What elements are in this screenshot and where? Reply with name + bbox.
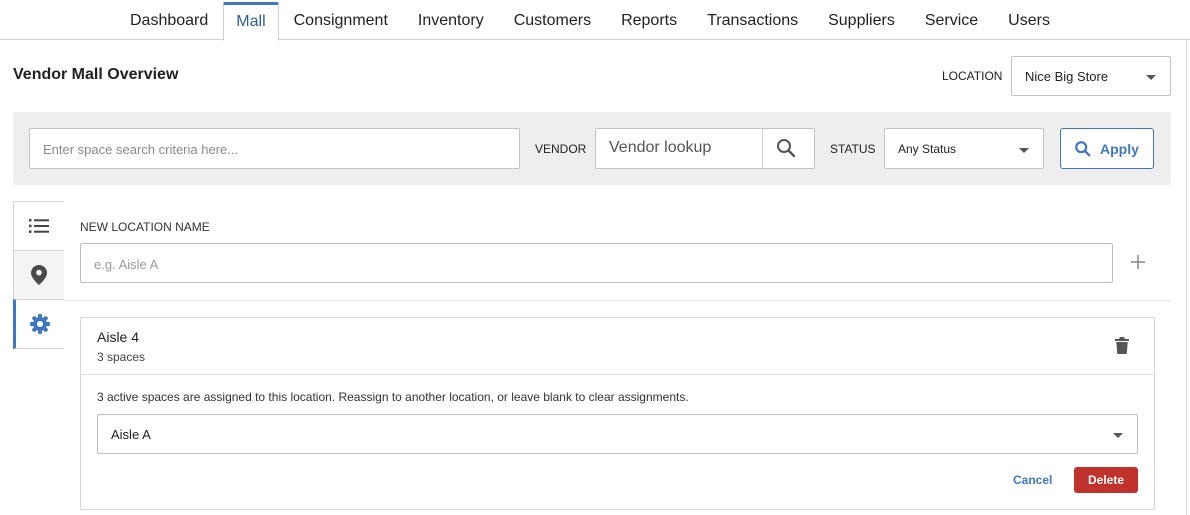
- location-select[interactable]: Nice Big Store: [1011, 56, 1171, 96]
- plus-icon: [1131, 255, 1145, 269]
- new-location-label: NEW LOCATION NAME: [80, 220, 210, 234]
- vendor-divider: [762, 129, 763, 168]
- gear-icon: [30, 314, 50, 334]
- filter-bar: Enter space search criteria here... VEND…: [13, 112, 1171, 185]
- top-nav: Dashboard Mall Consignment Inventory Cus…: [0, 0, 1190, 41]
- reassign-location-select[interactable]: Aisle A: [97, 414, 1138, 454]
- caret-down-icon: [1019, 148, 1029, 153]
- apply-button[interactable]: Apply: [1060, 128, 1154, 169]
- caret-down-icon: [1146, 75, 1156, 80]
- side-tab-settings[interactable]: [13, 299, 64, 349]
- space-search-input[interactable]: Enter space search criteria here...: [29, 128, 520, 169]
- tab-dashboard[interactable]: Dashboard: [115, 2, 223, 40]
- nav-tabs: Dashboard Mall Consignment Inventory Cus…: [115, 2, 1065, 41]
- tab-mall[interactable]: Mall: [223, 2, 279, 41]
- trash-icon: [1115, 337, 1129, 354]
- map-pin-icon: [31, 265, 47, 285]
- tab-users[interactable]: Users: [993, 2, 1065, 40]
- tab-transactions[interactable]: Transactions: [692, 2, 813, 40]
- search-icon[interactable]: [776, 138, 796, 163]
- location-space-count: 3 spaces: [97, 350, 146, 364]
- page-title: Vendor Mall Overview: [13, 66, 179, 83]
- add-location-button[interactable]: [1130, 254, 1146, 275]
- vendor-label: VENDOR: [535, 142, 587, 156]
- search-icon: [1074, 140, 1092, 163]
- location-label: LOCATION: [942, 69, 1003, 83]
- reassign-location-value: Aisle A: [111, 427, 151, 442]
- new-location-placeholder: e.g. Aisle A: [94, 257, 159, 272]
- status-select-value: Any Status: [898, 142, 957, 156]
- location-name: Aisle 4: [97, 329, 140, 345]
- scrollbar-edge: [1186, 40, 1187, 515]
- cancel-button[interactable]: Cancel: [1013, 473, 1052, 487]
- caret-down-icon: [1113, 433, 1123, 438]
- location-select-value: Nice Big Store: [1025, 69, 1109, 84]
- vendor-lookup-input[interactable]: Vendor lookup: [595, 128, 815, 169]
- new-location-input[interactable]: e.g. Aisle A: [80, 243, 1113, 283]
- apply-button-label: Apply: [1100, 141, 1139, 157]
- delete-button[interactable]: Delete: [1074, 467, 1138, 493]
- tab-consignment[interactable]: Consignment: [279, 2, 403, 40]
- tab-suppliers[interactable]: Suppliers: [813, 2, 910, 40]
- side-tabs: [13, 201, 64, 350]
- tab-customers[interactable]: Customers: [499, 2, 606, 40]
- location-card-header: Aisle 4 3 spaces: [81, 318, 1154, 375]
- side-tab-list[interactable]: [13, 201, 64, 251]
- section-divider: [64, 300, 1171, 301]
- reassign-message: 3 active spaces are assigned to this loc…: [97, 390, 689, 404]
- location-card: Aisle 4 3 spaces 3 active spaces are ass…: [80, 317, 1155, 510]
- tab-service[interactable]: Service: [910, 2, 993, 40]
- vendor-lookup-placeholder: Vendor lookup: [609, 139, 712, 156]
- tab-inventory[interactable]: Inventory: [403, 2, 499, 40]
- delete-location-button[interactable]: [1115, 337, 1129, 359]
- space-search-placeholder: Enter space search criteria here...: [43, 142, 239, 157]
- tab-reports[interactable]: Reports: [606, 2, 692, 40]
- status-label: STATUS: [830, 142, 876, 156]
- list-icon: [29, 219, 49, 233]
- status-select[interactable]: Any Status: [884, 128, 1044, 169]
- side-tab-map[interactable]: [13, 250, 64, 300]
